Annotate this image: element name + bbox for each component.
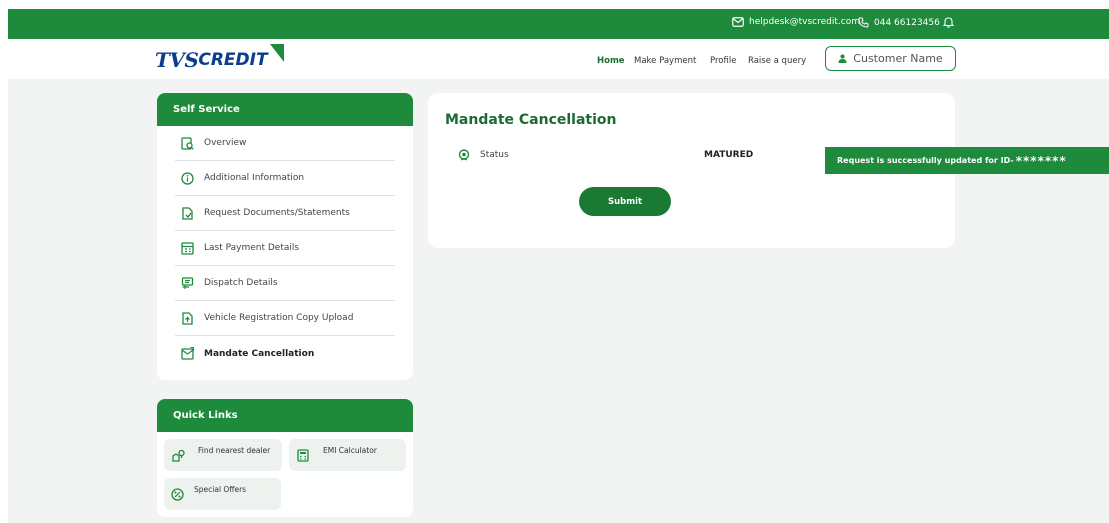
quick-link-label: EMI Calculator: [323, 446, 377, 455]
mail-icon: [732, 17, 744, 27]
quick-links-card: Quick Links Find nearest dealer EMI Calc…: [157, 399, 413, 517]
self-service-title: Self Service: [157, 93, 413, 126]
sidebar-item-label: Last Payment Details: [204, 243, 300, 253]
logo-text-primary: TVS: [155, 48, 199, 72]
page-title: Mandate Cancellation: [445, 112, 617, 128]
dispatch-icon: [181, 276, 194, 289]
tvs-credit-logo[interactable]: TVS CREDIT: [155, 44, 284, 72]
overview-icon: [181, 136, 194, 150]
status-label: Status: [480, 150, 509, 160]
helpdesk-email: helpdesk@tvscredit.com: [749, 17, 860, 27]
quick-link-find-dealer[interactable]: Find nearest dealer: [164, 439, 282, 471]
bell-icon: [943, 17, 954, 28]
phone-link[interactable]: 044 66123456: [858, 17, 940, 28]
sidebar-item-overview[interactable]: Overview: [175, 126, 395, 161]
customer-name: Customer Name: [853, 52, 943, 65]
document-request-icon: [182, 206, 193, 220]
status-row: Status: [458, 149, 509, 161]
sidebar-item-label: Overview: [204, 138, 247, 148]
nav-raise-query[interactable]: Raise a query: [748, 56, 806, 66]
page: helpdesk@tvscredit.com 044 66123456 TVS …: [8, 9, 1109, 523]
offers-icon: [171, 488, 184, 501]
nav-make-payment[interactable]: Make Payment: [634, 56, 696, 66]
helpdesk-email-link[interactable]: helpdesk@tvscredit.com: [732, 17, 860, 27]
calculator-icon: [297, 449, 309, 462]
phone-number: 044 66123456: [874, 17, 940, 28]
toast-message: Request is successfully updated for ID-: [837, 156, 1014, 165]
sidebar-item-label: Vehicle Registration Copy Upload: [204, 313, 354, 323]
sidebar-item-label: Mandate Cancellation: [204, 348, 315, 359]
sidebar-item-dispatch-details[interactable]: Dispatch Details: [175, 266, 395, 301]
sidebar-item-label: Additional Information: [204, 173, 305, 183]
logo-flag-icon: [269, 44, 284, 62]
user-icon: [838, 54, 847, 63]
top-bar: helpdesk@tvscredit.com 044 66123456: [8, 9, 1109, 39]
sidebar-item-vehicle-registration-upload[interactable]: Vehicle Registration Copy Upload: [175, 301, 395, 336]
status-icon: [458, 149, 470, 161]
sidebar-item-request-documents[interactable]: Request Documents/Statements: [175, 196, 395, 231]
dealer-icon: [172, 449, 185, 462]
quick-link-special-offers[interactable]: Special Offers: [164, 478, 281, 510]
sidebar-item-label: Dispatch Details: [204, 278, 278, 288]
info-icon: [181, 171, 194, 185]
sidebar-item-label: Request Documents/Statements: [204, 208, 350, 218]
nav-profile[interactable]: Profile: [710, 56, 736, 66]
notification-button[interactable]: [943, 16, 954, 28]
customer-name-button[interactable]: Customer Name: [825, 46, 956, 71]
self-service-card: Self Service Overview Additional Informa…: [157, 93, 413, 380]
quick-link-label: Special Offers: [194, 485, 247, 494]
submit-button[interactable]: Submit: [579, 187, 671, 216]
quick-link-label: Find nearest dealer: [198, 446, 271, 455]
self-service-menu: Overview Additional Information Request …: [175, 126, 395, 371]
mandate-icon: [181, 347, 194, 360]
nav-home[interactable]: Home: [597, 56, 625, 66]
logo-text-secondary: CREDIT: [198, 50, 268, 70]
sidebar-item-last-payment[interactable]: Last Payment Details: [175, 231, 395, 266]
quick-link-emi-calculator[interactable]: EMI Calculator: [289, 439, 406, 471]
payment-icon: [181, 241, 194, 255]
header: TVS CREDIT Home Make Payment Profile Rai…: [8, 39, 1109, 79]
toast-masked-id: *******: [1015, 153, 1067, 168]
quick-links-title: Quick Links: [157, 399, 413, 432]
upload-icon: [182, 311, 193, 325]
phone-icon: [858, 17, 869, 28]
status-value: MATURED: [704, 150, 754, 160]
sidebar-item-additional-information[interactable]: Additional Information: [175, 161, 395, 196]
success-toast: Request is successfully updated for ID- …: [825, 147, 1109, 174]
sidebar-item-mandate-cancellation[interactable]: Mandate Cancellation: [175, 336, 395, 371]
